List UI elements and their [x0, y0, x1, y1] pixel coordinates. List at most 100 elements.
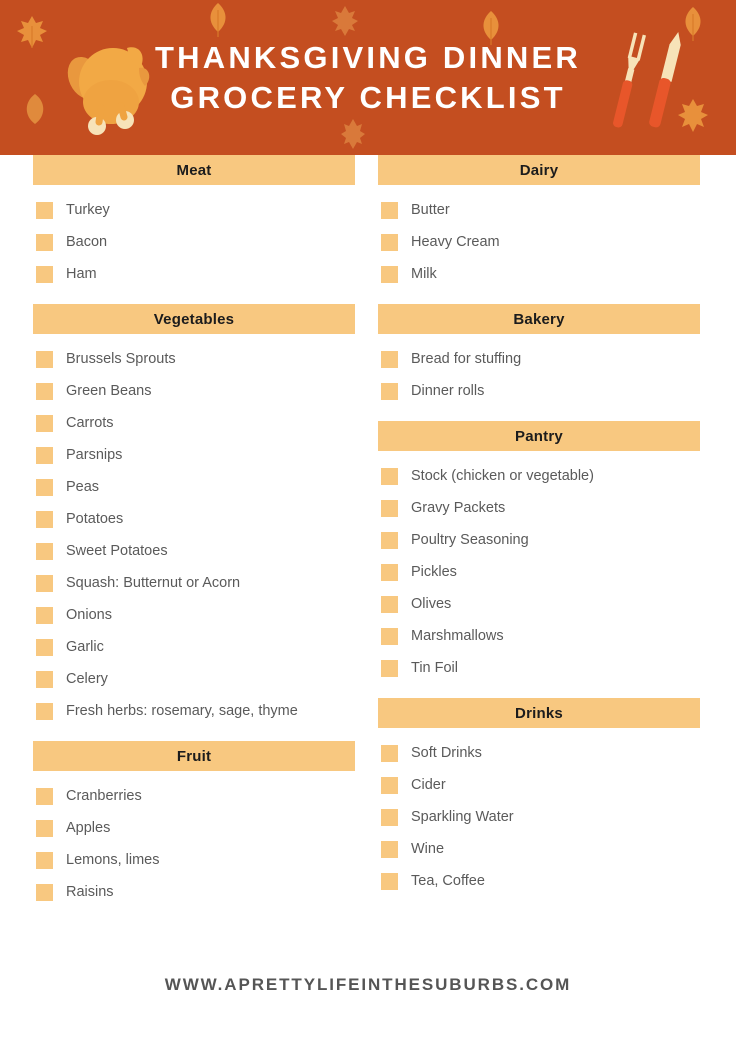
- section-header-meat: Meat: [33, 155, 355, 185]
- checklist-item-label: Green Beans: [66, 382, 152, 399]
- checkbox-icon[interactable]: [36, 787, 53, 805]
- footer: WWW.APRETTYLIFEINTHESUBURBS.COM: [0, 975, 736, 995]
- checklist-item[interactable]: Soft Drinks: [378, 737, 700, 769]
- checkbox-icon[interactable]: [36, 233, 53, 251]
- checkbox-icon[interactable]: [381, 467, 398, 485]
- checkbox-icon[interactable]: [381, 776, 398, 794]
- checkbox-icon[interactable]: [36, 201, 53, 219]
- checkbox-icon[interactable]: [381, 563, 398, 581]
- checkbox-icon[interactable]: [36, 478, 53, 496]
- checklist-item[interactable]: Ham: [33, 258, 355, 290]
- checkbox-icon[interactable]: [381, 595, 398, 613]
- checklist-item[interactable]: Bread for stuffing: [378, 343, 700, 375]
- checkbox-icon[interactable]: [381, 265, 398, 283]
- checklist-item[interactable]: Tea, Coffee: [378, 865, 700, 897]
- section-meat: Meat Turkey Bacon Ham: [33, 155, 355, 290]
- checklist-item[interactable]: Milk: [378, 258, 700, 290]
- checkbox-icon[interactable]: [36, 446, 53, 464]
- checkbox-icon[interactable]: [36, 851, 53, 869]
- checkbox-icon[interactable]: [36, 670, 53, 688]
- checklist-item[interactable]: Gravy Packets: [378, 492, 700, 524]
- section-header-dairy: Dairy: [378, 155, 700, 185]
- checklist-item[interactable]: Cranberries: [33, 780, 355, 812]
- section-bakery: Bakery Bread for stuffing Dinner rolls: [378, 304, 700, 407]
- checklist-item[interactable]: Lemons, limes: [33, 844, 355, 876]
- checklist-item[interactable]: Squash: Butternut or Acorn: [33, 567, 355, 599]
- checklist-item-label: Raisins: [66, 883, 114, 900]
- checklist-item[interactable]: Apples: [33, 812, 355, 844]
- checkbox-icon[interactable]: [36, 265, 53, 283]
- section-title: Fruit: [176, 747, 212, 765]
- checklist-item[interactable]: Dinner rolls: [378, 375, 700, 407]
- section-header-fruit: Fruit: [33, 741, 355, 771]
- checklist-item[interactable]: Poultry Seasoning: [378, 524, 700, 556]
- checkbox-icon[interactable]: [381, 350, 398, 368]
- section-pantry: Pantry Stock (chicken or vegetable) Gravy …: [378, 421, 700, 684]
- checklist-item[interactable]: Parsnips: [33, 439, 355, 471]
- checkbox-icon[interactable]: [36, 350, 53, 368]
- checklist-item-label: Bacon: [66, 233, 108, 250]
- checklist-item[interactable]: Celery: [33, 663, 355, 695]
- checklist-item[interactable]: Onions: [33, 599, 355, 631]
- checklist-item[interactable]: Carrots: [33, 407, 355, 439]
- checklist-item-label: Sweet Potatoes: [66, 542, 168, 559]
- checkbox-icon[interactable]: [36, 510, 53, 528]
- checklist-item[interactable]: Brussels Sprouts: [33, 343, 355, 375]
- checklist-item-label: Carrots: [66, 414, 114, 431]
- checklist-item[interactable]: Wine: [378, 833, 700, 865]
- checklist-item[interactable]: Stock (chicken or vegetable): [378, 460, 700, 492]
- checklist-item-label: Potatoes: [66, 510, 124, 527]
- checkbox-icon[interactable]: [36, 819, 53, 837]
- checklist-item[interactable]: Sweet Potatoes: [33, 535, 355, 567]
- checkbox-icon[interactable]: [381, 808, 398, 826]
- checklist-item[interactable]: Bacon: [33, 226, 355, 258]
- checklist-item[interactable]: Sparkling Water: [378, 801, 700, 833]
- checklist-item[interactable]: Tin Foil: [378, 652, 700, 684]
- checkbox-icon[interactable]: [381, 659, 398, 677]
- checklist-item-label: Turkey: [66, 201, 110, 218]
- checkbox-icon[interactable]: [36, 606, 53, 624]
- checkbox-icon[interactable]: [381, 627, 398, 645]
- checkbox-icon[interactable]: [381, 382, 398, 400]
- checkbox-icon[interactable]: [36, 542, 53, 560]
- checklist-item[interactable]: Turkey: [33, 194, 355, 226]
- checkbox-icon[interactable]: [36, 702, 53, 720]
- checklist-item-label: Tin Foil: [411, 659, 458, 676]
- page-title-line-2: GROCERY CHECKLIST: [170, 79, 566, 115]
- section-header-bakery: Bakery: [378, 304, 700, 334]
- checkbox-icon[interactable]: [381, 201, 398, 219]
- checkbox-icon[interactable]: [381, 531, 398, 549]
- checklist-item[interactable]: Heavy Cream: [378, 226, 700, 258]
- header-title-block: THANKSGIVING DINNER GROCERY CHECKLIST: [0, 0, 736, 155]
- checklist-item[interactable]: Cider: [378, 769, 700, 801]
- checkbox-icon[interactable]: [381, 840, 398, 858]
- checklist-item[interactable]: Butter: [378, 194, 700, 226]
- checklist-body: Meat Turkey Bacon Ham Vegetables Brussels Spr…: [0, 155, 736, 1040]
- checklist-item-label: Bread for stuffing: [411, 350, 522, 367]
- checklist-item[interactable]: Green Beans: [33, 375, 355, 407]
- checklist-item[interactable]: Potatoes: [33, 503, 355, 535]
- checklist-item-label: Cranberries: [66, 787, 142, 804]
- checkbox-icon[interactable]: [36, 574, 53, 592]
- checklist-item[interactable]: Peas: [33, 471, 355, 503]
- checkbox-icon[interactable]: [36, 382, 53, 400]
- checklist-item[interactable]: Marshmallows: [378, 620, 700, 652]
- checklist-item[interactable]: Pickles: [378, 556, 700, 588]
- checkbox-icon[interactable]: [36, 883, 53, 901]
- checkbox-icon[interactable]: [381, 744, 398, 762]
- checkbox-icon[interactable]: [381, 872, 398, 890]
- checkbox-icon[interactable]: [36, 638, 53, 656]
- section-title: Vegetables: [153, 310, 235, 328]
- checklist-item[interactable]: Fresh herbs: rosemary, sage, thyme: [33, 695, 355, 727]
- section-title: Dairy: [519, 161, 559, 179]
- checklist-item[interactable]: Olives: [378, 588, 700, 620]
- checkbox-icon[interactable]: [381, 499, 398, 517]
- section-title: Pantry: [515, 427, 563, 445]
- checkbox-icon[interactable]: [381, 233, 398, 251]
- checkbox-icon[interactable]: [36, 414, 53, 432]
- checklist-item[interactable]: Raisins: [33, 876, 355, 908]
- checklist-item[interactable]: Garlic: [33, 631, 355, 663]
- section-drinks: Drinks Soft Drinks Cider Sparkling Water Win…: [378, 698, 700, 897]
